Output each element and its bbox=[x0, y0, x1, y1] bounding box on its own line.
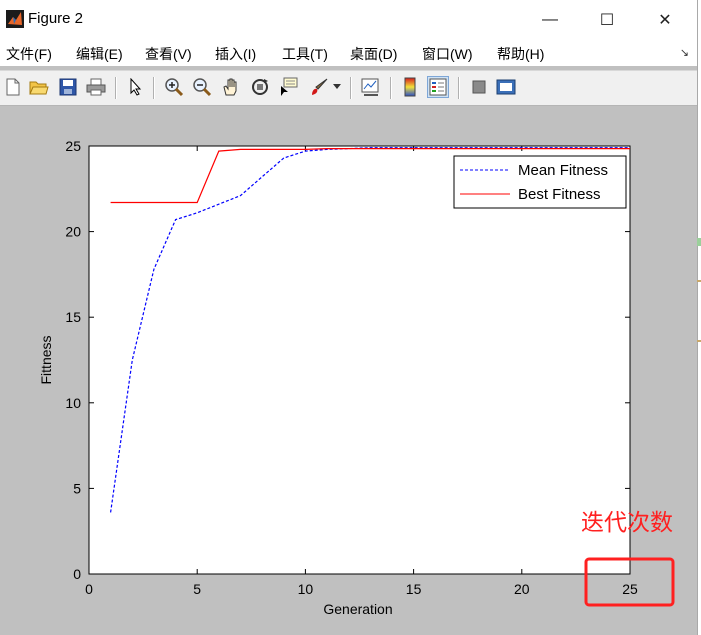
minimize-icon: — bbox=[542, 11, 558, 28]
legend-icon[interactable] bbox=[427, 76, 449, 98]
menu-desktop[interactable]: 桌面(D) bbox=[350, 44, 397, 64]
maximize-button[interactable]: ☐ bbox=[587, 6, 627, 34]
menu-view[interactable]: 查看(V) bbox=[145, 44, 192, 64]
y-axis-label: Fittness bbox=[38, 335, 54, 384]
toolbar-separator bbox=[390, 77, 392, 99]
legend-label-mean: Mean Fitness bbox=[518, 162, 608, 179]
figure-toolbar bbox=[0, 70, 697, 106]
menu-bar: 文件(F) 编辑(E) 查看(V) 插入(I) 工具(T) 桌面(D) 窗口(W… bbox=[0, 40, 697, 66]
toolbar-separator bbox=[350, 77, 352, 99]
x-tick-label: 25 bbox=[622, 581, 638, 597]
window-title: Figure 2 bbox=[28, 10, 84, 27]
zoom-in-icon[interactable] bbox=[163, 76, 185, 98]
x-tick-label: 0 bbox=[85, 581, 93, 597]
menu-tools[interactable]: 工具(T) bbox=[282, 44, 328, 64]
save-icon[interactable] bbox=[57, 76, 79, 98]
menu-help[interactable]: 帮助(H) bbox=[497, 44, 544, 64]
y-tick-label: 10 bbox=[65, 395, 81, 411]
y-tick-label: 0 bbox=[73, 566, 81, 582]
colorbar-icon[interactable] bbox=[399, 76, 421, 98]
new-figure-icon[interactable] bbox=[2, 76, 24, 98]
figure-canvas[interactable]: 0 5 10 15 20 25 0 5 10 15 20 25 Generation Fittness… bbox=[0, 104, 697, 635]
y-tick-label: 5 bbox=[73, 480, 81, 496]
pointer-icon[interactable] bbox=[125, 76, 147, 98]
open-file-icon[interactable] bbox=[28, 76, 50, 98]
y-tick-label: 20 bbox=[65, 224, 81, 240]
matlab-logo-icon bbox=[6, 10, 24, 28]
brush-icon[interactable] bbox=[308, 76, 330, 98]
print-icon[interactable] bbox=[85, 76, 107, 98]
legend-label-best: Best Fitness bbox=[518, 186, 601, 203]
show-plot-tools-icon[interactable] bbox=[495, 76, 517, 98]
x-tick-label: 5 bbox=[193, 581, 201, 597]
menu-window[interactable]: 窗口(W) bbox=[422, 44, 473, 64]
menu-insert[interactable]: 插入(I) bbox=[215, 44, 256, 64]
data-cursor-icon[interactable] bbox=[278, 76, 300, 98]
toolbar-separator bbox=[115, 77, 117, 99]
axes-box[interactable] bbox=[88, 145, 631, 575]
edge-marker bbox=[697, 340, 701, 342]
minimize-button[interactable]: — bbox=[530, 6, 570, 34]
pan-hand-icon[interactable] bbox=[220, 76, 242, 98]
menu-file[interactable]: 文件(F) bbox=[6, 44, 52, 64]
rotate-3d-icon[interactable] bbox=[249, 76, 271, 98]
title-bar[interactable]: Figure 2 — ☐ ✕ bbox=[0, 0, 697, 40]
menu-edit[interactable]: 编辑(E) bbox=[76, 44, 123, 64]
maximize-icon: ☐ bbox=[599, 12, 615, 29]
zoom-out-icon[interactable] bbox=[191, 76, 213, 98]
menu-overflow-icon[interactable]: ↘ bbox=[680, 46, 689, 59]
annotation-text: 迭代次数 bbox=[581, 509, 673, 535]
link-plot-icon[interactable] bbox=[360, 76, 382, 98]
hide-plot-tools-icon[interactable] bbox=[468, 76, 490, 98]
legend[interactable]: Mean Fitness Best Fitness bbox=[453, 155, 627, 209]
brush-dropdown-icon[interactable] bbox=[331, 76, 343, 98]
x-tick-label: 15 bbox=[406, 581, 422, 597]
toolbar-separator bbox=[458, 77, 460, 99]
x-tick-label: 20 bbox=[514, 581, 530, 597]
edge-marker bbox=[697, 280, 701, 282]
toolbar-separator bbox=[153, 77, 155, 99]
y-tick-label: 25 bbox=[65, 138, 81, 154]
close-button[interactable]: ✕ bbox=[645, 6, 685, 34]
figure-window: Figure 2 — ☐ ✕ 文件(F) 编辑(E) 查看(V) 插入(I) 工… bbox=[0, 0, 698, 635]
x-axis-label: Generation bbox=[323, 601, 392, 617]
edge-marker bbox=[697, 238, 701, 246]
y-tick-label: 15 bbox=[65, 309, 81, 325]
close-icon: ✕ bbox=[658, 12, 672, 29]
x-tick-label: 10 bbox=[298, 581, 314, 597]
